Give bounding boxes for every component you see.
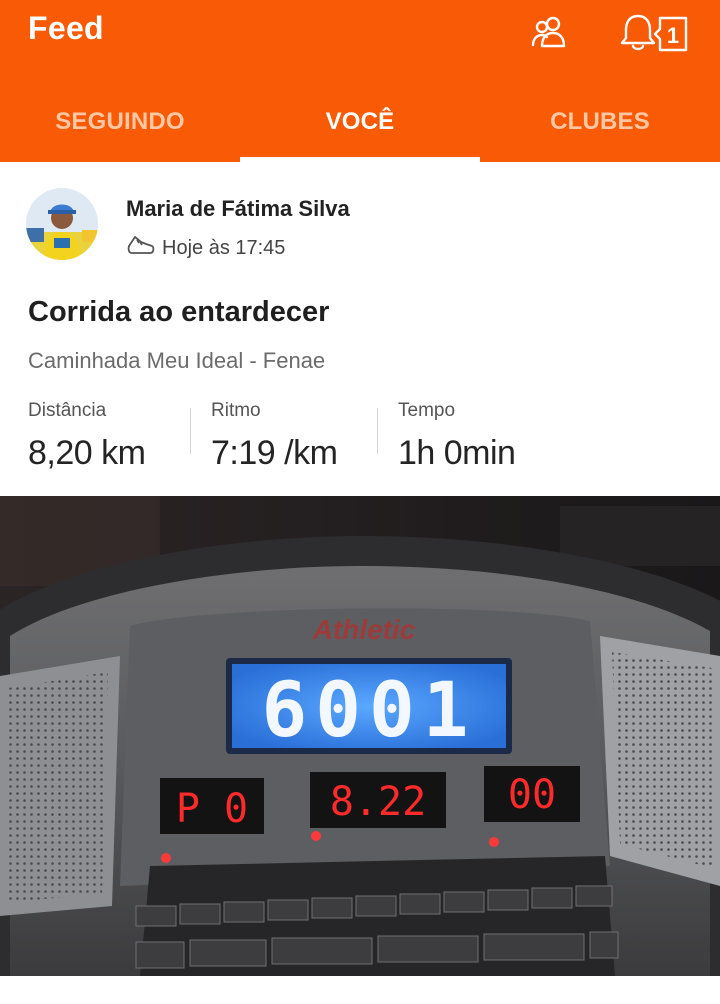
notifications-button[interactable]: 1: [616, 8, 696, 56]
stat-time: Tempo 1h 0min: [398, 400, 516, 473]
tab-seguindo[interactable]: SEGUINDO: [0, 92, 240, 162]
athlete-name[interactable]: Maria de Fátima Silva: [126, 196, 350, 222]
lcd-display: 6001: [261, 665, 476, 754]
app-bar: Feed 1 SEGUINDO VOCÊ CLUBES: [0, 0, 720, 162]
feed-tabs: SEGUINDO VOCÊ CLUBES: [0, 92, 720, 162]
tab-clubes[interactable]: CLUBES: [480, 92, 720, 162]
page-title: Feed: [28, 10, 104, 46]
tab-voce[interactable]: VOCÊ: [240, 92, 480, 162]
stat-value: 8,20 km: [28, 434, 146, 472]
stat-divider: [377, 408, 378, 454]
stat-label: Ritmo: [211, 400, 261, 421]
led-time: 00: [508, 772, 556, 818]
bell-icon: [620, 14, 656, 51]
stat-value: 7:19 /km: [211, 434, 338, 472]
led-program: P 0: [176, 786, 248, 832]
avatar[interactable]: [26, 188, 98, 260]
people-icon[interactable]: [526, 8, 574, 56]
stat-distance: Distância 8,20 km: [28, 400, 146, 473]
shoe-icon: [126, 234, 156, 262]
activity-meta: Hoje às 17:45: [126, 234, 285, 262]
activity-title[interactable]: Corrida ao entardecer: [28, 296, 329, 329]
stat-label: Tempo: [398, 400, 456, 421]
stat-divider: [190, 408, 191, 454]
stat-pace: Ritmo 7:19 /km: [211, 400, 338, 473]
treadmill-brand: Athletic: [312, 614, 416, 645]
notification-count: 1: [667, 23, 679, 48]
activity-subtitle: Caminhada Meu Ideal - Fenae: [28, 348, 326, 373]
activity-time: Hoje às 17:45: [162, 236, 286, 259]
activity-card[interactable]: Maria de Fátima Silva Hoje às 17:45 Corr…: [0, 162, 720, 496]
stat-value: 1h 0min: [398, 434, 516, 472]
led-distance: 8.22: [330, 779, 426, 825]
stat-label: Distância: [28, 400, 107, 421]
activity-photo[interactable]: Athletic 6001 P 0 8.22 00: [0, 496, 720, 976]
